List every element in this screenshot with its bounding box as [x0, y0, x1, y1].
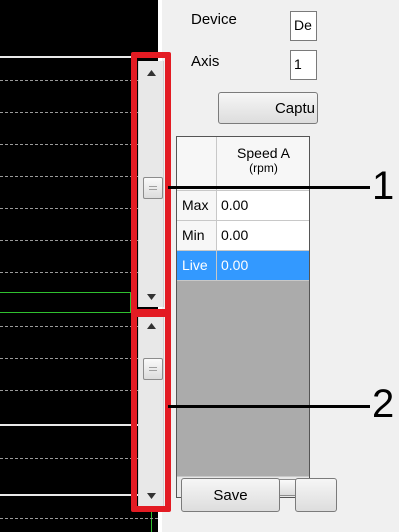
- capture-button-label: Captu: [274, 99, 315, 117]
- annotation-box-1: [131, 52, 171, 315]
- save-button[interactable]: Save: [181, 478, 280, 512]
- cell-min-value[interactable]: 0.00: [217, 221, 309, 251]
- device-field[interactable]: De: [290, 11, 317, 41]
- cell-live-value[interactable]: 0.00: [217, 251, 309, 281]
- measurement-grid[interactable]: Speed A (rpm) Max 0.00 Min 0.00 Live 0.0…: [176, 136, 310, 498]
- trace-line: [0, 312, 132, 313]
- column-header-title: Speed A: [237, 145, 290, 161]
- cell-max-value[interactable]: 0.00: [217, 191, 309, 221]
- axis-label: Axis: [191, 53, 220, 70]
- callout-number-2: 2: [372, 382, 395, 426]
- callout-number-1: 1: [372, 164, 395, 208]
- callout-leader-1: [168, 186, 370, 189]
- row-header-live[interactable]: Live: [177, 251, 217, 281]
- trace-line: [0, 292, 132, 293]
- axis-field[interactable]: 1: [290, 50, 317, 80]
- callout-leader-2: [168, 405, 370, 408]
- row-header-min[interactable]: Min: [177, 221, 217, 251]
- row-header-max[interactable]: Max: [177, 191, 217, 221]
- column-header-speed-a[interactable]: Speed A (rpm): [217, 137, 309, 191]
- grid-dash: [0, 518, 158, 519]
- capture-button[interactable]: Captu: [218, 92, 318, 124]
- partial-button[interactable]: [295, 478, 337, 512]
- save-button-label: Save: [213, 486, 248, 504]
- device-label: Device: [191, 11, 237, 28]
- column-header-unit: (rpm): [249, 161, 278, 175]
- annotation-box-2: [131, 311, 171, 512]
- grid-corner-header: [177, 137, 217, 191]
